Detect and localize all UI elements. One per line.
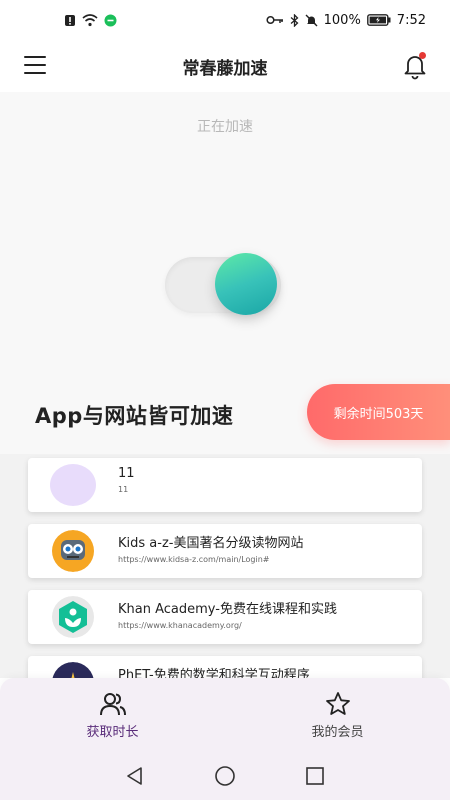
home-icon[interactable] [213,764,237,788]
key-icon [266,15,283,25]
list-item[interactable]: 11 11 [28,458,422,512]
site-name: Kids a-z-美国著名分级读物网站 [118,536,304,551]
battery-charging-icon [366,14,391,26]
robot-avatar [50,530,96,572]
nav-get-time[interactable]: 获取时长 [0,678,225,752]
star-icon [325,691,350,715]
toggle-knob [215,253,277,315]
users-icon [99,692,126,715]
site-name: PhET-免费的数学和科学互动程序 [118,668,310,678]
status-left-icons [64,13,117,27]
status-bar: 100% 7:52 [0,0,450,40]
site-url: https://www.khanacademy.org/ [118,621,242,630]
sound-wave-visualizer [96,152,356,198]
app-notification-icon [104,14,117,26]
page-title: 常春藤加速 [182,58,268,79]
phet-logo [50,662,96,678]
status-right-icons: 100% 7:52 [266,13,426,28]
tagline: App与网站皆可加速 [35,404,234,428]
bottom-nav: 获取时长 我的会员 [0,678,450,752]
recents-icon[interactable] [303,764,327,788]
khan-academy-logo [50,596,96,638]
battery-percent: 100% [323,12,361,28]
placeholder-avatar [50,464,96,506]
app-header: 常春藤加速 [0,40,450,92]
list-item[interactable]: Kids a-z-美国著名分级读物网站 https://www.kidsa-z.… [28,524,422,578]
nav-membership[interactable]: 我的会员 [225,678,450,752]
site-url: https://www.kidsa-z.com/main/Login# [118,555,270,564]
acceleration-status: 正在加速 [197,119,253,135]
site-name: 11 [118,466,135,481]
notification-alert-icon [65,14,75,26]
list-item[interactable]: PhET-免费的数学和科学互动程序 [28,656,422,678]
hamburger-menu-icon[interactable] [24,56,46,74]
nav-label: 我的会员 [311,724,364,740]
accelerate-toggle[interactable] [165,253,281,315]
notification-badge-dot [419,52,426,59]
notification-bell-button[interactable] [402,52,428,80]
nav-label: 获取时长 [86,724,139,740]
site-name: Khan Academy-免费在线课程和实践 [118,602,337,617]
site-url: 11 [118,485,129,494]
bluetooth-icon [290,13,299,27]
remaining-time-badge[interactable]: 剩余时间503天 [307,384,450,440]
list-item[interactable]: Khan Academy-免费在线课程和实践 https://www.khana… [28,590,422,644]
wifi-icon [82,13,98,26]
mute-bell-icon [305,14,318,26]
clock: 7:52 [396,12,426,28]
back-icon[interactable] [123,764,147,788]
site-list: 11 11 Kids a-z-美国著名分级读物网站 https://www.ki… [0,454,450,678]
accelerate-panel: 正在加速 App与网站皆可加速 剩余时间503天 [0,92,450,454]
system-nav-bar [0,752,450,800]
